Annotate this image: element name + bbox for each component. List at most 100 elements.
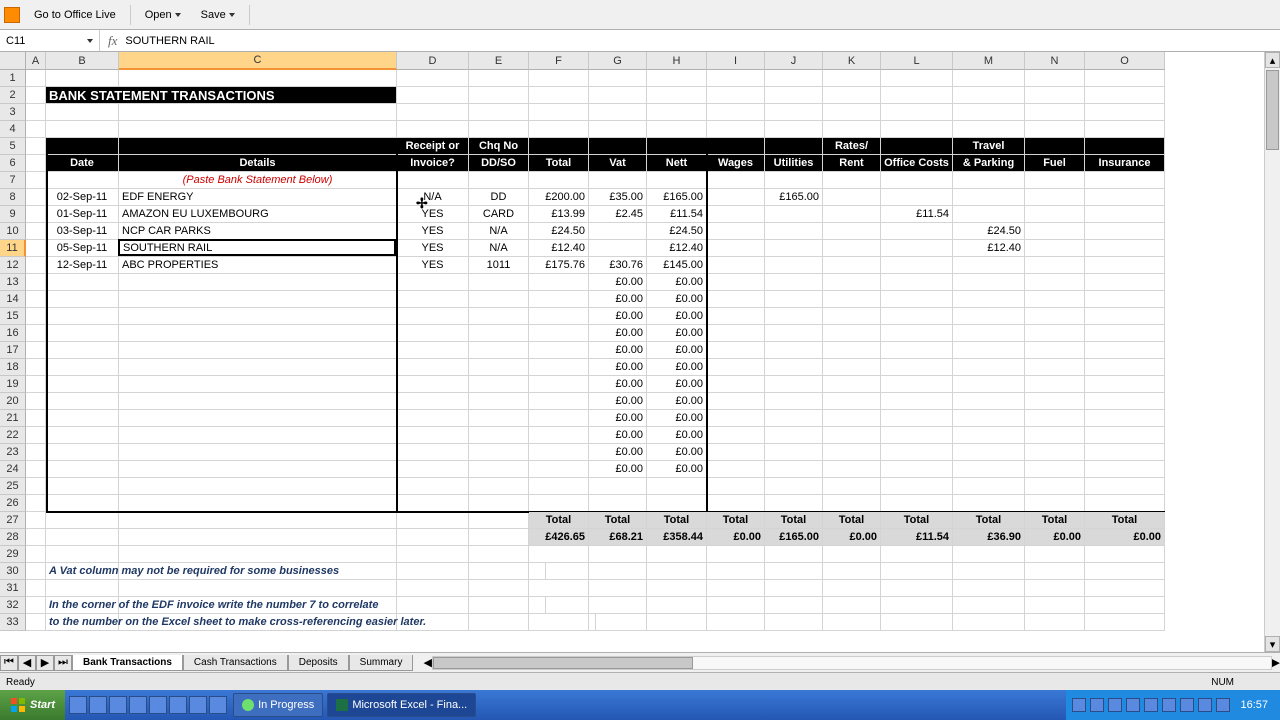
cell-I28[interactable]: £0.00 [707,529,765,546]
col-header-K[interactable]: K [823,52,881,70]
cell-F6[interactable]: Total [529,155,589,172]
cell-G15[interactable]: £0.00 [589,308,647,325]
cell-C9[interactable]: AMAZON EU LUXEMBOURG [119,206,397,223]
cell-H8[interactable]: £165.00 [647,189,707,206]
cell-F28[interactable]: £426.65 [529,529,589,546]
tray-icon[interactable] [1144,698,1158,712]
cell-B6[interactable]: Date [46,155,119,172]
cell-J27[interactable]: Total [765,512,823,529]
cell-H14[interactable]: £0.00 [647,291,707,308]
cell-H23[interactable]: £0.00 [647,444,707,461]
cell-C8[interactable]: EDF ENERGY [119,189,397,206]
cell-M6[interactable]: & Parking [953,155,1025,172]
cell-G19[interactable]: £0.00 [589,376,647,393]
cell-H5[interactable] [647,138,707,155]
ql-icon[interactable] [69,696,87,714]
cell-K5[interactable]: Rates/ [823,138,881,155]
cell-B5[interactable] [46,138,119,155]
cell-K27[interactable]: Total [823,512,881,529]
row-header-12[interactable]: 12 [0,257,26,274]
spreadsheet-grid[interactable]: ABCDEFGHIJKLMNO 123456789101112131415161… [0,52,1280,652]
cell-N6[interactable]: Fuel [1025,155,1085,172]
horizontal-scrollbar[interactable]: ◀ ▶ [423,655,1280,671]
tab-prev-button[interactable]: ◀ [18,655,36,671]
cell-H21[interactable]: £0.00 [647,410,707,427]
tray-icon[interactable] [1162,698,1176,712]
cell-E10[interactable]: N/A [469,223,529,240]
sheet-tab-cash-transactions[interactable]: Cash Transactions [183,655,288,671]
cell-L28[interactable]: £11.54 [881,529,953,546]
cell-D9[interactable]: YES [397,206,469,223]
cell-G23[interactable]: £0.00 [589,444,647,461]
row-header-14[interactable]: 14 [0,291,26,308]
cell-O28[interactable]: £0.00 [1085,529,1165,546]
cell-B11[interactable]: 05-Sep-11 [46,240,119,257]
cell-C10[interactable]: NCP CAR PARKS [119,223,397,240]
cell-F12[interactable]: £175.76 [529,257,589,274]
tray-icon[interactable] [1180,698,1194,712]
row-header-32[interactable]: 32 [0,597,26,614]
row-header-22[interactable]: 22 [0,427,26,444]
task-excel[interactable]: Microsoft Excel - Fina... [327,693,476,717]
cell-H11[interactable]: £12.40 [647,240,707,257]
cell-N5[interactable] [1025,138,1085,155]
cell-J5[interactable] [765,138,823,155]
row-header-23[interactable]: 23 [0,444,26,461]
cell-G12[interactable]: £30.76 [589,257,647,274]
cell-B32[interactable]: In the corner of the EDF invoice write t… [46,597,546,614]
cell-B12[interactable]: 12-Sep-11 [46,257,119,274]
cell-H27[interactable]: Total [647,512,707,529]
cell-J8[interactable]: £165.00 [765,189,823,206]
cell-B8[interactable]: 02-Sep-11 [46,189,119,206]
cell-I27[interactable]: Total [707,512,765,529]
row-header-2[interactable]: 2 [0,87,26,104]
col-header-D[interactable]: D [397,52,469,70]
cell-J6[interactable]: Utilities [765,155,823,172]
ql-icon[interactable] [129,696,147,714]
cell-I6[interactable]: Wages [707,155,765,172]
vertical-scrollbar[interactable]: ▴ ▾ [1264,52,1280,652]
cell-G9[interactable]: £2.45 [589,206,647,223]
row-header-5[interactable]: 5 [0,138,26,155]
cell-G28[interactable]: £68.21 [589,529,647,546]
col-header-G[interactable]: G [589,52,647,70]
cell-E8[interactable]: DD [469,189,529,206]
row-header-30[interactable]: 30 [0,563,26,580]
cell-K6[interactable]: Rent [823,155,881,172]
tray-icon[interactable] [1126,698,1140,712]
col-header-J[interactable]: J [765,52,823,70]
formula-input[interactable] [125,35,1280,47]
row-header-15[interactable]: 15 [0,308,26,325]
cell-G10[interactable] [589,223,647,240]
sheet-tab-deposits[interactable]: Deposits [288,655,349,671]
cell-H12[interactable]: £145.00 [647,257,707,274]
row-header-18[interactable]: 18 [0,359,26,376]
cell-H13[interactable]: £0.00 [647,274,707,291]
tab-first-button[interactable]: ⏮ [0,655,18,671]
cell-F8[interactable]: £200.00 [529,189,589,206]
row-header-9[interactable]: 9 [0,206,26,223]
cell-L5[interactable] [881,138,953,155]
cell-F10[interactable]: £24.50 [529,223,589,240]
cell-G17[interactable]: £0.00 [589,342,647,359]
cell-G18[interactable]: £0.00 [589,359,647,376]
cell-H24[interactable]: £0.00 [647,461,707,478]
cell-O27[interactable]: Total [1085,512,1165,529]
cell-H9[interactable]: £11.54 [647,206,707,223]
cell-M10[interactable]: £24.50 [953,223,1025,240]
fx-icon[interactable]: fx [100,33,125,49]
cell-D11[interactable]: YES [397,240,469,257]
sheet-tab-bank-transactions[interactable]: Bank Transactions [72,655,183,671]
cell-D12[interactable]: YES [397,257,469,274]
col-header-H[interactable]: H [647,52,707,70]
cell-G6[interactable]: Vat [589,155,647,172]
cell-L9[interactable]: £11.54 [881,206,953,223]
row-header-26[interactable]: 26 [0,495,26,512]
row-header-3[interactable]: 3 [0,104,26,121]
cell-C6[interactable]: Details [119,155,397,172]
row-header-16[interactable]: 16 [0,325,26,342]
ql-icon[interactable] [169,696,187,714]
cell-L27[interactable]: Total [881,512,953,529]
row-header-20[interactable]: 20 [0,393,26,410]
cell-G21[interactable]: £0.00 [589,410,647,427]
